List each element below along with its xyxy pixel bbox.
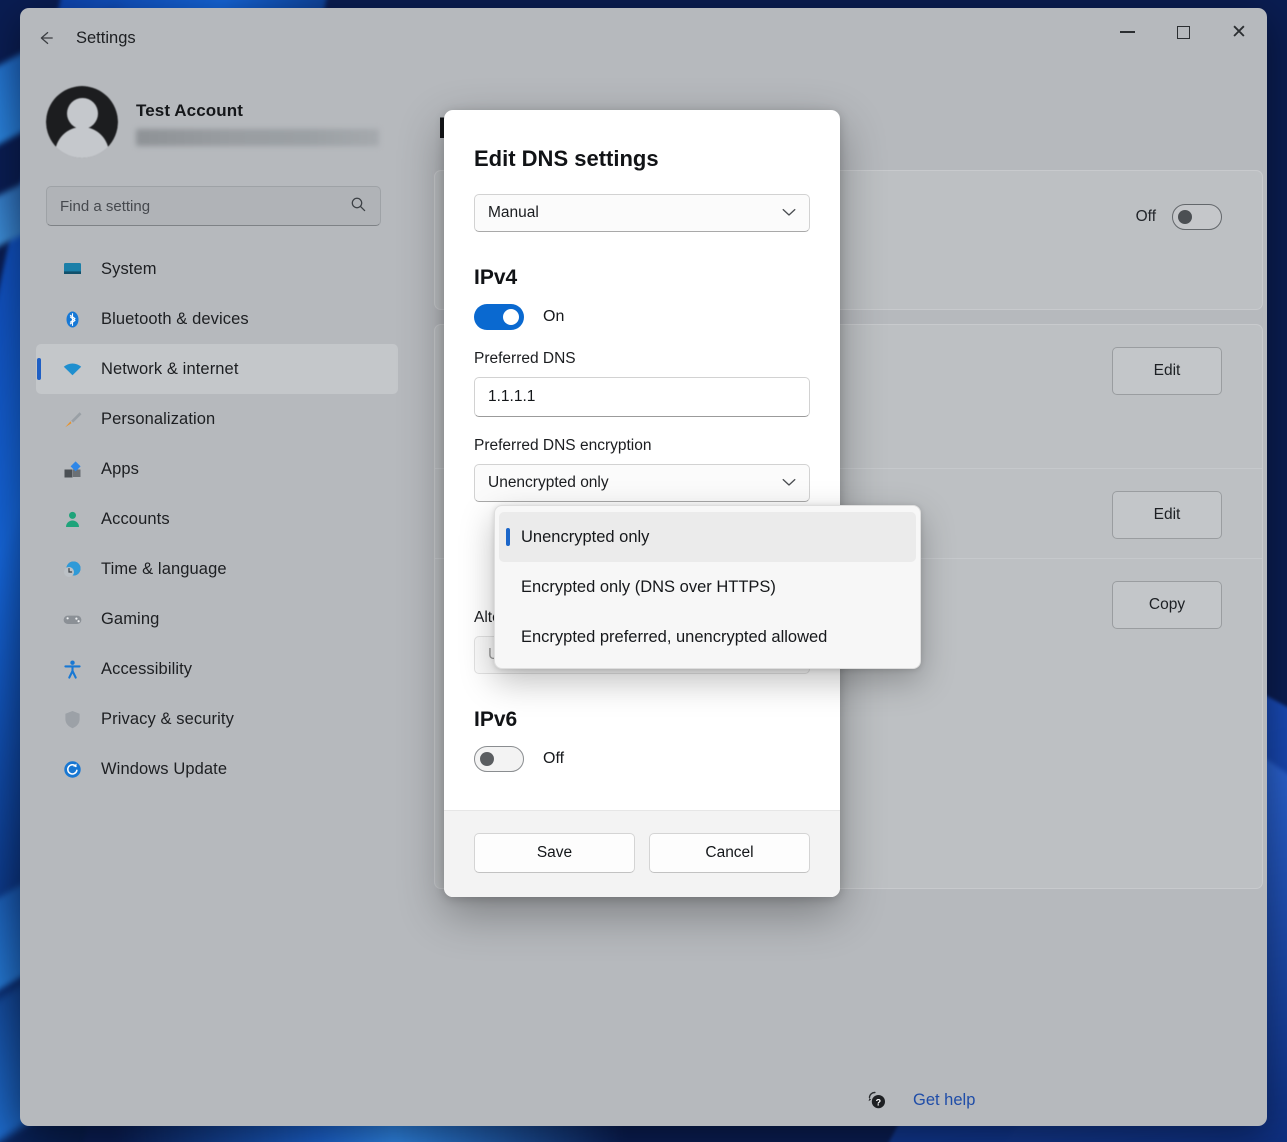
ipv6-toggle-knob [480, 752, 494, 766]
bluetooth-icon [62, 309, 83, 330]
get-help-link[interactable]: Get help [913, 1091, 975, 1110]
sidebar-item-time-language[interactable]: Time & language [36, 544, 398, 594]
ipv6-heading: IPv6 [474, 708, 810, 732]
clock-globe-icon [62, 559, 83, 580]
sidebar-item-label: Privacy & security [101, 710, 234, 729]
ipv4-toggle-state: On [543, 308, 564, 326]
ipv4-heading: IPv4 [474, 266, 810, 290]
close-icon: ✕ [1231, 23, 1247, 42]
sidebar-item-label: System [101, 260, 157, 279]
ipv6-toggle-state: Off [543, 750, 564, 768]
dialog-body: Edit DNS settings Manual IPv4 On [444, 110, 840, 810]
shield-icon [62, 709, 83, 730]
dialog-footer: Save Cancel [444, 810, 840, 897]
sidebar-item-personalization[interactable]: Personalization [36, 394, 398, 444]
metered-toggle-state: Off [1136, 208, 1156, 226]
avatar-head [67, 98, 98, 129]
paintbrush-icon [62, 409, 83, 430]
minimize-icon [1120, 31, 1135, 33]
monitor-icon [62, 259, 83, 280]
ipv6-toggle[interactable] [474, 746, 524, 772]
sidebar-item-network-internet[interactable]: Network & internet [36, 344, 398, 394]
search-icon [350, 196, 367, 217]
cancel-button[interactable]: Cancel [649, 833, 810, 873]
edit-dns-settings-dialog: Edit DNS settings Manual IPv4 On [444, 110, 840, 897]
help-question-icon: ? [865, 1088, 889, 1112]
edit-button[interactable]: Edit [1112, 491, 1222, 539]
sidebar-item-label: Gaming [101, 610, 159, 629]
account-name: Test Account [136, 101, 379, 121]
dns-assignment-value: Manual [488, 204, 539, 222]
settings-window: Settings ✕ [20, 8, 1267, 1126]
ipv4-toggle-row: On [474, 304, 810, 330]
person-icon [62, 509, 83, 530]
close-button[interactable]: ✕ [1211, 8, 1267, 56]
chevron-down-icon [782, 206, 796, 220]
maximize-button[interactable] [1155, 8, 1211, 56]
sidebar-item-label: Personalization [101, 410, 215, 429]
dns-encryption-dropdown-flyout: Unencrypted onlyEncrypted only (DNS over… [494, 505, 921, 669]
sidebar-item-bluetooth-devices[interactable]: Bluetooth & devices [36, 294, 398, 344]
titlebar: Settings ✕ [20, 8, 1267, 68]
dialog-title: Edit DNS settings [474, 146, 810, 172]
preferred-dns-label: Preferred DNS [474, 350, 810, 368]
window-title: Settings [76, 29, 136, 48]
sidebar-item-label: Time & language [101, 560, 227, 579]
dropdown-option[interactable]: Unencrypted only [499, 512, 916, 562]
sidebar-item-label: Accessibility [101, 660, 192, 679]
wifi-icon [62, 359, 83, 380]
dns-assignment-combobox[interactable]: Manual [474, 194, 810, 232]
update-sync-icon [62, 759, 83, 780]
back-button[interactable] [24, 16, 68, 60]
metered-toggle-group: Off [1136, 204, 1222, 230]
sidebar-item-label: Windows Update [101, 760, 227, 779]
sidebar-item-apps[interactable]: Apps [36, 444, 398, 494]
account-row[interactable]: Test Account [32, 68, 408, 164]
copy-button[interactable]: Copy [1112, 581, 1222, 629]
search-box[interactable] [46, 186, 381, 226]
sidebar-item-label: Bluetooth & devices [101, 310, 249, 329]
account-email-redacted [136, 129, 379, 146]
dropdown-option[interactable]: Encrypted preferred, unencrypted allowed [499, 612, 916, 662]
avatar [46, 86, 118, 158]
account-text: Test Account [136, 99, 379, 146]
ipv6-toggle-row: Off [474, 746, 810, 772]
sidebar-item-privacy-security[interactable]: Privacy & security [36, 694, 398, 744]
sidebar-item-accessibility[interactable]: Accessibility [36, 644, 398, 694]
preferred-dns-encryption-label: Preferred DNS encryption [474, 437, 810, 455]
metered-toggle[interactable] [1172, 204, 1222, 230]
svg-text:?: ? [876, 1097, 882, 1107]
gamepad-icon [62, 609, 83, 630]
metered-toggle-knob [1178, 210, 1192, 224]
maximize-icon [1177, 26, 1190, 39]
caption-buttons: ✕ [1099, 8, 1267, 56]
dropdown-option[interactable]: Encrypted only (DNS over HTTPS) [499, 562, 916, 612]
save-button[interactable]: Save [474, 833, 635, 873]
edit-button[interactable]: Edit [1112, 347, 1222, 395]
sidebar-item-label: Apps [101, 460, 139, 479]
desktop-background: Settings ✕ [0, 0, 1287, 1142]
chevron-down-icon [782, 476, 796, 490]
sidebar-item-label: Accounts [101, 510, 170, 529]
preferred-dns-encryption-combobox[interactable]: Unencrypted only [474, 464, 810, 502]
apps-grid-icon [62, 459, 83, 480]
ipv4-toggle-knob [503, 309, 519, 325]
sidebar-item-accounts[interactable]: Accounts [36, 494, 398, 544]
sidebar-item-gaming[interactable]: Gaming [36, 594, 398, 644]
preferred-dns-encryption-value: Unencrypted only [488, 474, 609, 492]
search-input[interactable] [60, 198, 350, 215]
sidebar-item-label: Network & internet [101, 360, 239, 379]
get-help-row: ? Get help [420, 1088, 975, 1112]
sidebar-item-windows-update[interactable]: Windows Update [36, 744, 398, 794]
ipv4-toggle[interactable] [474, 304, 524, 330]
back-arrow-icon [36, 28, 56, 48]
sidebar-item-system[interactable]: System [36, 244, 398, 294]
preferred-dns-input[interactable] [474, 377, 810, 417]
sidebar: Test Account System Bluetooth & devices Ne… [20, 68, 420, 1126]
accessibility-icon [62, 659, 83, 680]
sidebar-nav-list: System Bluetooth & devices Network & inter… [32, 244, 408, 794]
minimize-button[interactable] [1099, 8, 1155, 56]
